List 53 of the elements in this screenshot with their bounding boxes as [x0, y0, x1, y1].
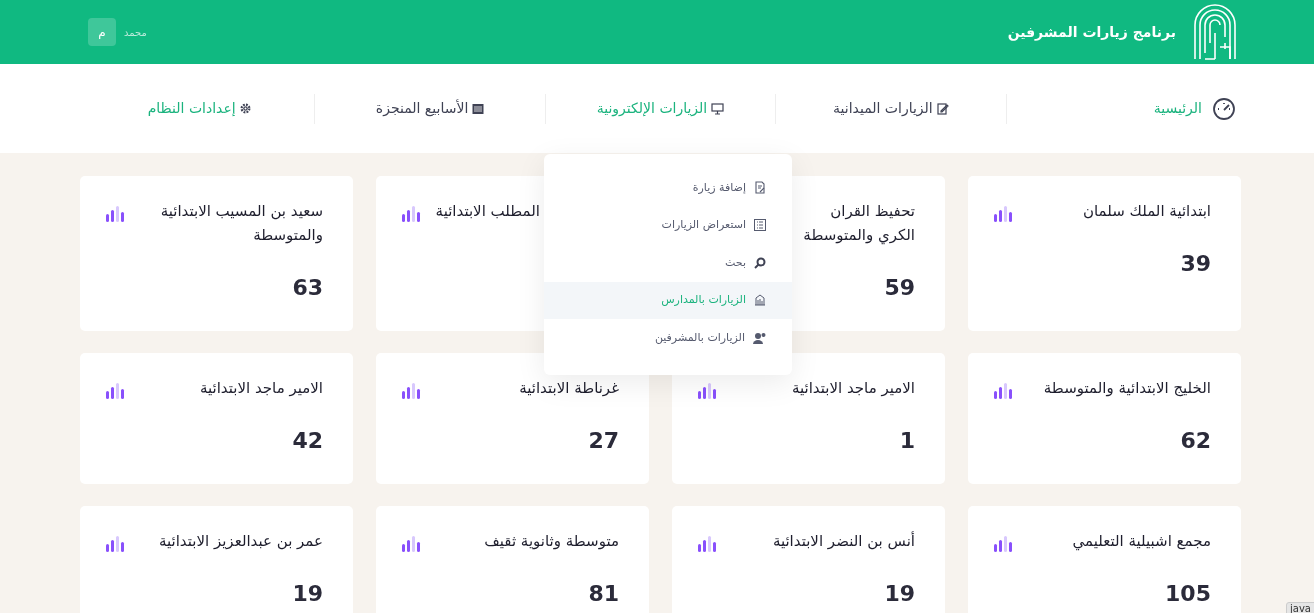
bar-chart-icon — [698, 536, 718, 552]
app-title: برنامج زيارات المشرفين — [1007, 22, 1176, 43]
gauge-icon — [1212, 96, 1236, 121]
visit-count: 42 — [292, 427, 323, 455]
visit-count: 39 — [1180, 250, 1211, 278]
visit-count: 1 — [899, 427, 915, 455]
visit-count: 27 — [588, 427, 619, 455]
calendar-icon — [472, 102, 485, 115]
settings-icon — [239, 103, 251, 114]
bar-chart-icon — [106, 536, 126, 552]
visit-count: 19 — [884, 580, 915, 608]
users-icon — [753, 331, 766, 344]
bar-chart-icon — [698, 383, 718, 399]
menu-item[interactable]: بحث — [544, 244, 792, 282]
visit-count: 19 — [292, 580, 323, 608]
school-name: الخليج الابتدائية والمتوسطة — [1043, 378, 1211, 399]
visit-count: 62 — [1180, 427, 1211, 455]
bar-chart-icon — [402, 383, 422, 399]
school-name: متوسطة وثانوية ثقيف — [484, 531, 619, 552]
bar-chart-icon — [994, 383, 1014, 399]
edit-icon — [936, 102, 949, 115]
logo-icon — [1192, 3, 1238, 61]
monitor-icon — [711, 102, 725, 115]
building-icon — [754, 294, 766, 307]
nav-link[interactable]: الأسابيع المنجزة — [314, 93, 545, 124]
visit-count: 105 — [1165, 580, 1211, 608]
bar-chart-icon — [106, 206, 126, 222]
menu-item[interactable]: استعراض الزيارات — [544, 206, 792, 244]
nav-link[interactable]: الزيارات الميدانية — [775, 93, 1006, 124]
search-icon — [754, 256, 766, 269]
school-name: أنس بن النضر الابتدائية — [772, 530, 915, 552]
list-icon — [754, 219, 766, 232]
visit-count: 59 — [884, 274, 915, 302]
bar-chart-icon — [106, 383, 126, 399]
school-name: مجمع اشبيلية التعليمي — [1072, 531, 1211, 553]
document-icon — [754, 181, 766, 195]
school-name: عمر بن عبدالعزيز الابتدائية — [158, 531, 323, 552]
bar-chart-icon — [994, 206, 1014, 222]
bar-chart-icon — [402, 206, 422, 222]
visit-count: 63 — [292, 274, 323, 302]
school-name: سعيد بن المسيب الابتدائية والمتوسطة — [159, 201, 323, 246]
menu-item[interactable]: الزيارات بالمشرفين — [544, 319, 792, 357]
user-name: محمد — [124, 25, 147, 40]
menu-item[interactable]: إضافة زيارة — [544, 169, 792, 207]
bar-chart-icon — [402, 536, 422, 552]
bar-chart-icon — [994, 536, 1014, 552]
school-name: ابتدائية الملك سلمان — [1083, 201, 1211, 222]
school-name: الامير ماجد الابتدائية — [791, 378, 915, 399]
school-name: غرناطة الابتدائية — [519, 378, 619, 399]
school-name: المطلب الابتدائية — [435, 201, 540, 222]
school-name: تحفيظ القران الكري والمتوسطة — [802, 201, 915, 247]
school-name: الامير ماجد الابتدائية — [199, 378, 323, 399]
visit-count: 81 — [588, 580, 619, 608]
